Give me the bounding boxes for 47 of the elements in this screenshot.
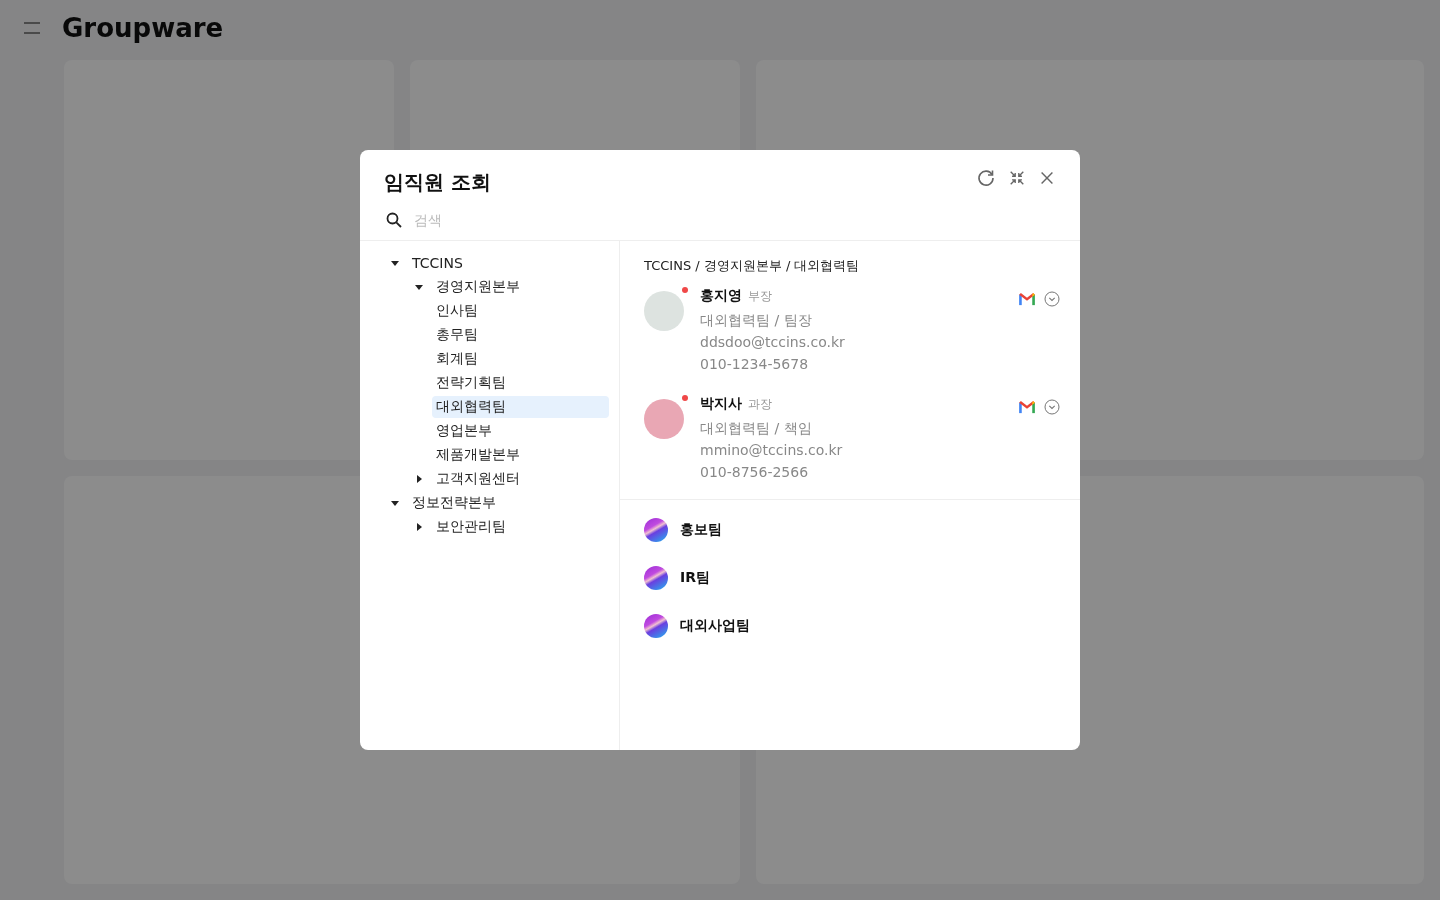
tree-item[interactable]: 경영지원본부 <box>432 276 609 298</box>
photo-placeholder <box>644 291 684 331</box>
team-item[interactable]: 홍보팀 <box>680 521 722 539</box>
member-phone: 010-8756-2566 <box>700 463 810 482</box>
refresh-icon[interactable] <box>976 168 996 188</box>
member-role: 대외협력팀 / 팀장 <box>700 311 813 330</box>
search-field[interactable]: 검색 <box>414 210 1054 230</box>
dialog-title: 임직원 조회 <box>384 170 491 194</box>
breadcrumb: TCCINS / 경영지원본부 / 대외협력팀 <box>644 257 861 275</box>
photo-placeholder <box>644 399 684 439</box>
member-name: 홍지영 <box>700 287 742 305</box>
caret-icon[interactable] <box>390 258 400 268</box>
chevron-circle-icon[interactable] <box>1044 399 1060 415</box>
team-item[interactable]: 대외사업팀 <box>680 617 750 635</box>
member-rank: 과장 <box>748 396 772 413</box>
member-rank: 부장 <box>748 288 772 305</box>
tree-item[interactable]: 회계팀 <box>432 348 609 370</box>
member-name: 박지사 <box>700 395 742 413</box>
caret-icon[interactable] <box>414 282 424 292</box>
mail-icon[interactable] <box>1018 292 1036 306</box>
tree-item[interactable]: 총무팀 <box>432 324 609 346</box>
tree-item[interactable]: 영업본부 <box>432 420 609 442</box>
sphere-icon <box>644 566 668 590</box>
mail-icon[interactable] <box>1018 400 1036 414</box>
tree-item[interactable]: 고객지원센터 <box>432 468 609 490</box>
tree-item[interactable]: 정보전략본부 <box>408 492 609 514</box>
member-role: 대외협력팀 / 책임 <box>700 419 813 438</box>
tree-item[interactable]: 전략기획팀 <box>432 372 609 394</box>
sphere-icon <box>644 614 668 638</box>
tree-item[interactable]: 보안관리팀 <box>432 516 609 538</box>
tree-item[interactable]: TCCINS <box>408 253 609 273</box>
chevron-circle-icon[interactable] <box>1044 291 1060 307</box>
app-title: Groupware <box>62 13 224 43</box>
close-icon[interactable] <box>1038 169 1056 187</box>
caret-icon[interactable] <box>414 522 424 532</box>
tree-item[interactable]: 제품개발본부 <box>432 444 609 466</box>
caret-icon[interactable] <box>414 474 424 484</box>
tree-item[interactable]: 인사팀 <box>432 300 609 322</box>
search-icon <box>386 212 402 228</box>
caret-icon[interactable] <box>390 498 400 508</box>
collapse-icon[interactable] <box>1008 169 1026 187</box>
member-phone: 010-1234-5678 <box>700 355 810 374</box>
tree-item[interactable]: 대외협력팀 <box>432 396 609 418</box>
member-email: mmino@tccins.co.kr <box>700 441 844 460</box>
team-item[interactable]: IR팀 <box>680 569 710 587</box>
member-email: ddsdoo@tccins.co.kr <box>700 333 846 352</box>
sphere-icon <box>644 518 668 542</box>
